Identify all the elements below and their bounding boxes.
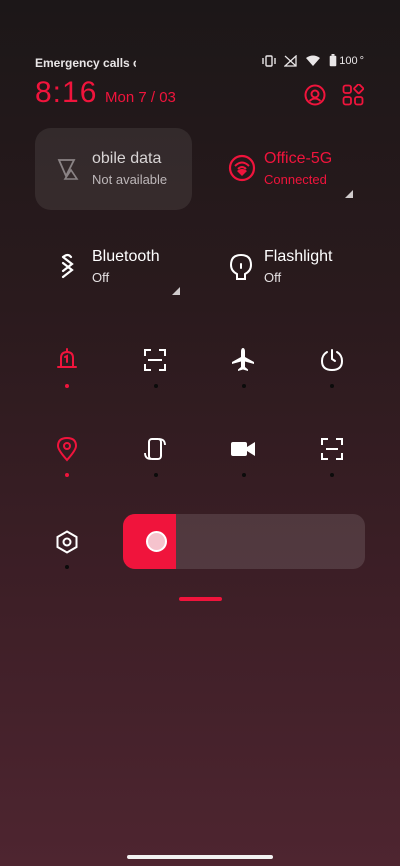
toggle-settings[interactable] — [47, 522, 87, 562]
wifi-expand-icon[interactable] — [345, 190, 353, 198]
wifi-tile[interactable]: Office-5G Connected — [208, 128, 365, 210]
gesture-nav-bar[interactable] — [127, 855, 273, 859]
toggle-airplane[interactable] — [223, 340, 263, 380]
brightness-handle[interactable] — [146, 531, 167, 552]
location-icon — [56, 436, 78, 462]
toggle-screenshot[interactable] — [312, 429, 352, 469]
wifi-subtitle: Connected — [264, 172, 327, 187]
bluetooth-expand-icon[interactable] — [172, 287, 180, 295]
clock-time: 8:16 — [35, 76, 98, 109]
profile-icon[interactable] — [304, 84, 326, 106]
flashlight-title: Flashlight — [264, 248, 333, 265]
mobile-data-icon — [57, 159, 79, 180]
toggle-bell-indicator — [65, 384, 69, 388]
toggle-auto-rotate[interactable] — [135, 429, 175, 469]
mobile-data-subtitle: Not available — [92, 172, 168, 187]
flashlight-subtitle: Off — [264, 270, 282, 285]
mobile-data-tile[interactable]: obile data Not available — [35, 128, 192, 210]
toggle-airplane-indicator — [242, 384, 246, 388]
panel-drag-handle[interactable] — [179, 597, 222, 601]
toggle-auto-rotate-indicator — [154, 473, 158, 477]
bell-icon — [57, 348, 77, 368]
toggle-scan[interactable] — [135, 340, 175, 380]
toggle-screenshot-indicator — [330, 473, 334, 477]
wifi-status-icon — [306, 55, 321, 66]
wifi-icon — [228, 154, 256, 182]
status-icons: 100 ° — [262, 54, 364, 67]
battery-percent: 100 — [339, 54, 358, 67]
toggle-power-saving[interactable] — [312, 340, 352, 380]
screenshot-icon — [321, 438, 343, 460]
bluetooth-icon — [61, 253, 74, 279]
vibrate-icon — [262, 54, 276, 67]
toggle-screen-record[interactable] — [223, 429, 263, 469]
brightness-slider[interactable] — [123, 514, 365, 569]
degree-mark: ° — [359, 54, 364, 67]
airplane-icon — [232, 348, 254, 371]
toggle-power-indicator — [330, 384, 334, 388]
video-camera-icon — [231, 442, 255, 456]
flashlight-tile[interactable]: Flashlight Off — [208, 235, 365, 305]
settings-icon — [56, 530, 78, 554]
wifi-title: Office-5G — [264, 150, 333, 167]
bluetooth-title: Bluetooth — [92, 248, 160, 265]
scan-icon — [144, 349, 166, 371]
toggle-location[interactable] — [47, 429, 87, 469]
no-sim-icon — [284, 54, 297, 67]
clock-date: Mon 7 / 03 — [105, 89, 176, 106]
toggle-location-indicator — [65, 473, 69, 477]
toggle-scan-indicator — [154, 384, 158, 388]
toggle-settings-indicator — [65, 565, 69, 569]
grid-edit-icon[interactable] — [342, 84, 364, 106]
auto-rotate-icon — [144, 438, 166, 460]
flashlight-icon — [229, 253, 253, 280]
emergency-calls-text: Emergency calls o — [35, 56, 136, 70]
battery-icon — [329, 54, 337, 67]
mobile-data-title: obile data — [92, 150, 162, 167]
bluetooth-tile[interactable]: Bluetooth Off — [35, 235, 192, 305]
bluetooth-subtitle: Off — [92, 270, 110, 285]
power-icon — [320, 349, 344, 372]
toggle-screen-record-indicator — [242, 473, 246, 477]
toggle-bell[interactable] — [47, 340, 87, 380]
